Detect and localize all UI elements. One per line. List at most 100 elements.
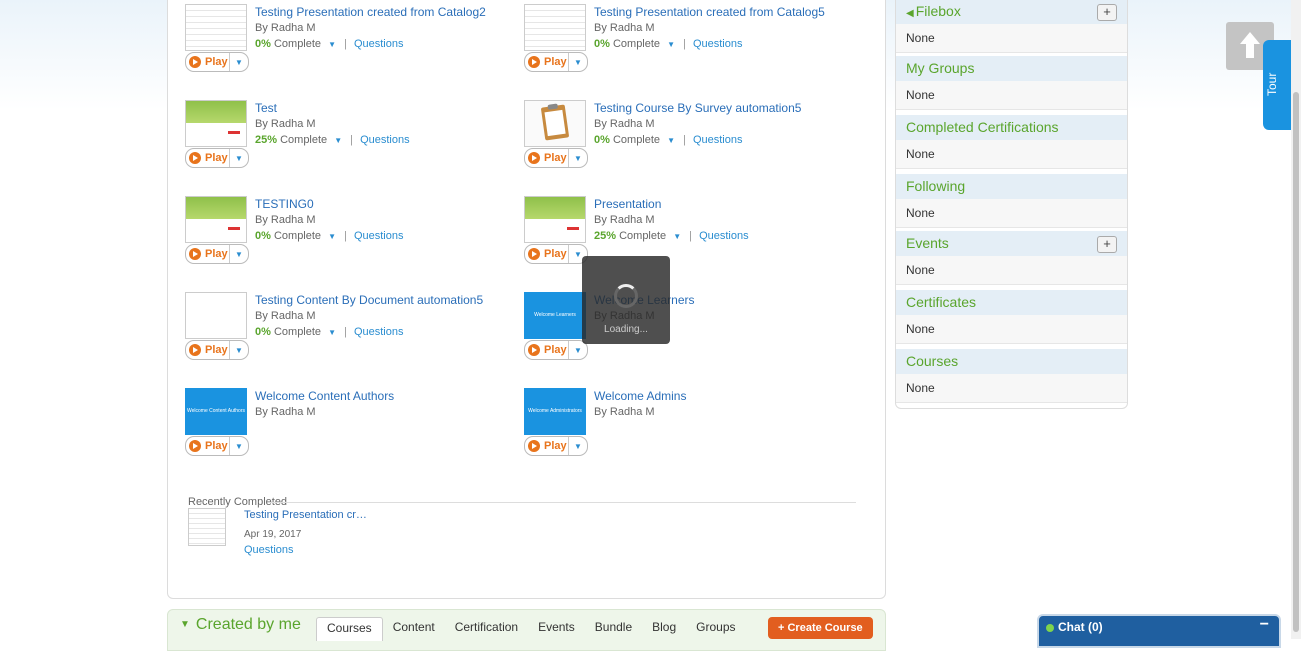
recent-thumbnail[interactable] (188, 508, 226, 546)
play-menu-chevron-icon[interactable]: ▼ (229, 245, 248, 263)
play-button[interactable]: Play (189, 438, 229, 454)
progress-label: Complete (612, 134, 661, 146)
course-item: Test By Radha M 25% Complete ▼ | Question… (185, 100, 515, 180)
play-button[interactable]: Play (528, 54, 568, 70)
progress-dropdown-icon[interactable]: ▼ (328, 328, 336, 337)
section-header[interactable]: Events + (896, 231, 1127, 256)
play-menu-chevron-icon[interactable]: ▼ (229, 53, 248, 71)
tab-bundle[interactable]: Bundle (585, 617, 642, 641)
course-thumbnail[interactable] (185, 100, 247, 147)
section-header[interactable]: My Groups (896, 56, 1127, 81)
tab-certification[interactable]: Certification (445, 617, 528, 641)
course-title[interactable]: Testing Presentation created from Catalo… (594, 4, 854, 20)
course-item: Testing Presentation created from Catalo… (185, 4, 515, 84)
course-thumbnail[interactable]: Welcome Content Authors (185, 388, 247, 435)
course-thumbnail[interactable]: Welcome Learners (524, 292, 586, 339)
recent-questions-link[interactable]: Questions (244, 544, 444, 556)
tab-events[interactable]: Events (528, 617, 585, 641)
questions-link[interactable]: Questions (360, 134, 410, 146)
section-header[interactable]: Certificates (896, 290, 1127, 315)
section-header[interactable]: Courses (896, 349, 1127, 374)
tab-courses[interactable]: Courses (316, 617, 383, 641)
play-button[interactable]: Play (528, 150, 568, 166)
play-button[interactable]: Play (528, 246, 568, 262)
course-author: By Radha M (594, 214, 655, 226)
add-button[interactable]: + (1097, 4, 1117, 21)
play-menu-chevron-icon[interactable]: ▼ (229, 341, 248, 359)
course-thumbnail[interactable] (524, 4, 586, 51)
play-menu-chevron-icon[interactable]: ▼ (568, 53, 587, 71)
section-header[interactable]: Following (896, 174, 1127, 199)
play-button[interactable]: Play (189, 150, 229, 166)
play-icon (528, 344, 540, 356)
create-course-button[interactable]: + Create Course (768, 617, 873, 639)
play-button[interactable]: Play (189, 54, 229, 70)
play-label: Play (205, 440, 228, 452)
play-button[interactable]: Play (528, 342, 568, 358)
questions-link[interactable]: Questions (693, 134, 743, 146)
progress-label: Complete (273, 38, 322, 50)
tab-content[interactable]: Content (383, 617, 445, 641)
course-progress: 25% Complete ▼ | Questions (255, 132, 515, 149)
progress-dropdown-icon[interactable]: ▼ (334, 136, 342, 145)
course-thumbnail[interactable] (524, 196, 586, 243)
course-item: Presentation By Radha M 25% Complete ▼ | … (524, 196, 854, 276)
play-menu-chevron-icon[interactable]: ▼ (229, 149, 248, 167)
course-title[interactable]: Testing Course By Survey automation5 (594, 100, 854, 116)
recent-title[interactable]: Testing Presentation cr… (244, 508, 444, 522)
course-title[interactable]: Testing Content By Document automation5 (255, 292, 515, 308)
chat-label: Chat (0) (1058, 620, 1103, 634)
created-tabs: Courses Content Certification Events Bun… (316, 617, 746, 641)
tour-tab[interactable]: Tour (1263, 40, 1293, 130)
thumbnail-caption: Welcome Learners (534, 312, 576, 318)
separator: | (683, 38, 686, 50)
section-header[interactable]: Completed Certifications (896, 115, 1127, 140)
created-by-me-title[interactable]: ▼ Created by me (180, 616, 301, 634)
progress-dropdown-icon[interactable]: ▼ (328, 232, 336, 241)
course-title[interactable]: Presentation (594, 196, 854, 212)
questions-link[interactable]: Questions (354, 230, 404, 242)
course-title[interactable]: Testing Presentation created from Catalo… (255, 4, 515, 20)
tab-blog[interactable]: Blog (642, 617, 686, 641)
section-header[interactable]: ◀ Filebox + (896, 0, 1127, 24)
course-thumbnail[interactable] (185, 196, 247, 243)
progress-dropdown-icon[interactable]: ▼ (328, 40, 336, 49)
scrollbar[interactable] (1291, 0, 1301, 639)
questions-link[interactable]: Questions (354, 38, 404, 50)
tab-groups[interactable]: Groups (686, 617, 745, 641)
course-thumbnail[interactable] (185, 4, 247, 51)
play-button-group: Play ▼ (185, 52, 249, 72)
course-title[interactable]: Welcome Content Authors (255, 388, 515, 404)
play-button[interactable]: Play (189, 342, 229, 358)
play-menu-chevron-icon[interactable]: ▼ (568, 149, 587, 167)
course-title[interactable]: Test (255, 100, 515, 116)
course-thumbnail[interactable]: Welcome Administrators (524, 388, 586, 435)
course-thumbnail[interactable] (524, 100, 586, 147)
course-thumbnail[interactable] (185, 292, 247, 339)
play-menu-chevron-icon[interactable]: ▼ (229, 437, 248, 455)
questions-link[interactable]: Questions (354, 326, 404, 338)
minimize-icon[interactable]: − (1260, 616, 1269, 634)
questions-link[interactable]: Questions (699, 230, 749, 242)
play-button[interactable]: Play (189, 246, 229, 262)
course-title[interactable]: TESTING0 (255, 196, 515, 212)
progress-dropdown-icon[interactable]: ▼ (673, 232, 681, 241)
course-title[interactable]: Welcome Admins (594, 388, 854, 404)
section-value: None (896, 24, 1127, 53)
section-value: None (896, 256, 1127, 285)
play-label: Play (544, 344, 567, 356)
sidebar-section-filebox: ◀ Filebox + None (896, 0, 1127, 53)
progress-dropdown-icon[interactable]: ▼ (667, 40, 675, 49)
course-author: By Radha M (594, 406, 655, 418)
play-button-group: Play ▼ (185, 148, 249, 168)
add-button[interactable]: + (1097, 236, 1117, 253)
progress-dropdown-icon[interactable]: ▼ (667, 136, 675, 145)
play-menu-chevron-icon[interactable]: ▼ (568, 437, 587, 455)
chat-bar[interactable]: Chat (0) − (1037, 614, 1281, 648)
play-label: Play (544, 440, 567, 452)
play-button[interactable]: Play (528, 438, 568, 454)
questions-link[interactable]: Questions (693, 38, 743, 50)
scrollbar-thumb[interactable] (1293, 92, 1299, 632)
course-item: Welcome Content Authors Welcome Content … (185, 388, 515, 468)
progress-percent: 25% (255, 134, 278, 146)
